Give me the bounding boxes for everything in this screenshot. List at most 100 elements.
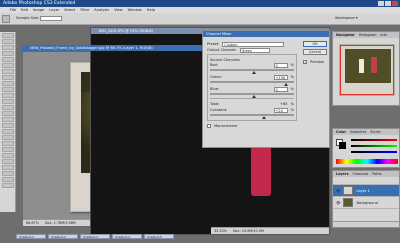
tool-icon[interactable] [2,45,14,50]
tool-icon[interactable] [2,93,14,98]
color-tab-swatches[interactable]: Swatches [350,129,366,135]
second-zoom[interactable]: 33.33% [214,228,227,234]
navigator-tab-navigator[interactable]: Navigator [336,32,355,38]
app-titlebar: Adobe Photoshop CS3 Extended [0,0,400,7]
tool-icon[interactable] [2,129,14,134]
constant-slider-thumb[interactable] [261,116,266,119]
source-channels-list: Red: 0% Green: +156% Blue: 0% [210,62,294,98]
tool-icon[interactable] [2,147,14,152]
tool-icon[interactable] [2,99,14,104]
close-icon[interactable] [392,1,398,6]
tool-icon[interactable] [2,57,14,62]
channel-label: Green: [210,75,223,79]
toolbox [0,32,16,212]
tool-icon[interactable] [2,105,14,110]
green-slider[interactable] [351,145,397,147]
total-unit: % [290,102,294,106]
channel-slider[interactable] [210,81,294,86]
eye-icon[interactable]: 👁 [336,189,340,193]
tool-icon[interactable] [2,123,14,128]
tool-icon[interactable] [2,63,14,68]
preset-select[interactable]: Custom [222,41,285,47]
minimized-doc[interactable]: Untitled-5 [144,234,174,239]
channel-value-input[interactable]: +156 [273,74,288,80]
sample-size-select[interactable] [40,16,62,21]
cancel-button[interactable]: Cancel [303,49,327,55]
tool-icon[interactable] [2,165,14,170]
minimize-icon[interactable] [378,1,384,6]
constant-row: Constant: +24 % [210,107,294,113]
navigator-thumbnail[interactable] [339,44,395,96]
output-select[interactable]: Green [239,47,270,53]
layers-tab-paths[interactable]: Paths [372,171,381,177]
minimized-docs-bar: Untitled-1 Untitled-2 Untitled-3 Untitled-4… [16,234,196,241]
navigator-tab-histogram[interactable]: Histogram [359,32,377,38]
constant-input[interactable]: +24 [273,107,288,113]
eye-icon[interactable]: 👁 [336,201,340,205]
tool-icon[interactable] [2,177,14,182]
monochrome-label: Monochrome [214,124,238,128]
layer-name: Background [356,200,378,205]
layer-row[interactable]: 👁 Layer 1 [333,185,399,197]
channel-row: Blue: 0% [210,86,294,92]
minimized-doc[interactable]: Untitled-2 [48,234,78,239]
total-value: +65 [279,102,288,106]
minimized-doc[interactable]: Untitled-1 [16,234,46,239]
minimized-doc[interactable]: Untitled-3 [80,234,110,239]
output-value: Green [241,48,252,53]
navigator-tab-info[interactable]: Info [380,32,386,38]
main-zoom[interactable]: 66.67% [26,220,39,226]
tool-icon[interactable] [2,75,14,80]
constant-label: Constant: [210,108,228,112]
tool-icon[interactable] [2,39,14,44]
monochrome-checkbox[interactable] [207,124,211,128]
channel-slider-thumb[interactable] [252,71,256,74]
preview-checkbox[interactable]: ✓ [303,60,307,64]
channel-slider-thumb[interactable] [283,83,288,86]
tool-icon[interactable] [2,69,14,74]
channel-value-input[interactable]: 0 [273,62,288,68]
tool-icon[interactable] [2,33,14,38]
preset-label: Preset: [207,42,220,46]
color-tab-styles[interactable]: Styles [370,129,380,135]
eyedropper-icon[interactable] [2,15,10,23]
tool-icon[interactable] [2,159,14,164]
tool-icon[interactable] [2,171,14,176]
channel-slider-thumb[interactable] [252,95,256,98]
layers-tab-channels[interactable]: Channels [353,171,369,177]
dialog-title[interactable]: Channel Mixer [203,31,329,37]
channel-value-input[interactable]: 0 [273,86,288,92]
tool-icon[interactable] [2,81,14,86]
tool-icon[interactable] [2,111,14,116]
maximize-icon[interactable] [385,1,391,6]
background-swatch[interactable] [339,142,346,149]
tool-icon[interactable] [2,87,14,92]
minimized-doc[interactable]: Untitled-4 [112,234,142,239]
source-label: Source Channels [210,57,241,62]
layers-tab-layers[interactable]: Layers [336,171,349,177]
navigator-view-box[interactable] [340,45,394,95]
tool-icon[interactable] [2,117,14,122]
tool-icon[interactable] [2,183,14,188]
layers-list: 👁 Layer 1 👁 Background [333,185,399,209]
layer-row[interactable]: 👁 Background [333,197,399,209]
preset-value: Custom [224,42,238,47]
layers-options-row [333,177,399,185]
blue-slider[interactable] [351,151,397,153]
tool-icon[interactable] [2,141,14,146]
color-tab-color[interactable]: Color [336,129,346,135]
main-doc-info: Doc: 1.76M/5.98M [44,221,76,225]
workspace-button[interactable]: Workspace ▾ [335,16,358,20]
tool-icon[interactable] [2,153,14,158]
color-ramp[interactable] [336,159,398,164]
layer-thumbnail [343,186,354,195]
tool-icon[interactable] [2,51,14,56]
channel-slider[interactable] [210,93,294,98]
layers-panel: Layers Channels Paths 👁 Layer 1 👁 Background [332,170,400,228]
red-slider[interactable] [351,139,397,141]
tool-icon[interactable] [2,135,14,140]
channel-slider[interactable] [210,69,294,74]
ok-button[interactable]: OK [303,41,327,47]
constant-value: +24 [275,108,283,113]
constant-slider[interactable] [210,114,294,119]
